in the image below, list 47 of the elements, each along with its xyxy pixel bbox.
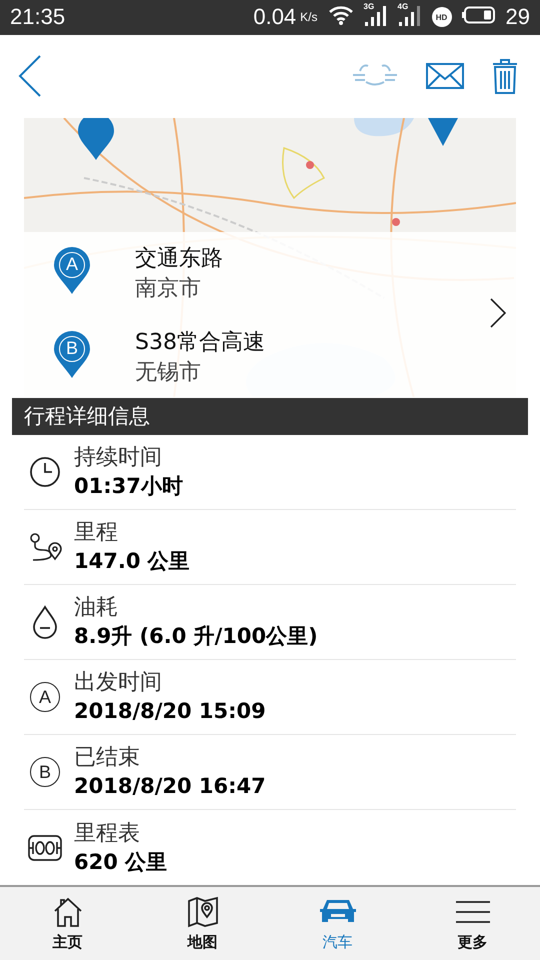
home-icon [52, 896, 84, 928]
location-pin: A [52, 246, 92, 296]
signal-icon [398, 4, 422, 26]
network-speed: 0.04 [253, 4, 296, 30]
section-header: 行程详细信息 [12, 398, 528, 436]
location-pin: B [52, 330, 92, 380]
chevron-right-icon[interactable] [490, 298, 506, 328]
map-icon [186, 896, 218, 928]
delete-icon[interactable] [492, 58, 518, 94]
location-city: 无锡市 [135, 358, 202, 387]
drop-icon [32, 605, 58, 640]
mail-icon[interactable] [426, 63, 464, 90]
marker-letter-icon: B [30, 757, 60, 788]
clock-icon [29, 456, 61, 488]
location-name: 交通东路 [135, 244, 223, 273]
battery-icon [462, 6, 496, 24]
detail-label: 已结束 [74, 744, 141, 772]
signal-icon [364, 4, 388, 26]
detail-value: 620 公里 [74, 848, 168, 876]
hd-badge: HD [432, 7, 452, 28]
location-city: 南京市 [135, 274, 202, 303]
location-name: S38常合高速 [135, 328, 265, 357]
detail-value: 01:37小时 [74, 473, 183, 500]
detail-value: 2018/8/20 16:47 [74, 773, 266, 800]
detail-value: 8.9升 (6.0 升/100公里) [74, 623, 318, 650]
nav-tab[interactable]: 主页 [0, 887, 135, 960]
detail-value: 2018/8/20 15:09 [74, 698, 266, 726]
detail-label: 油耗 [74, 594, 119, 622]
menu-icon [456, 900, 490, 924]
nav-tab[interactable]: 汽车 [270, 887, 405, 960]
odometer-icon [27, 834, 63, 862]
network-type: 4G [398, 2, 408, 11]
wifi-icon [328, 4, 354, 25]
route-icon [28, 531, 62, 564]
clock-time: 21:35 [10, 4, 66, 30]
battery-level: 29 [506, 4, 530, 30]
detail-label: 持续时间 [74, 444, 163, 472]
detail-value: 147.0 公里 [74, 548, 190, 576]
speed-unit: K/s [300, 10, 318, 24]
network-type: 3G [364, 2, 374, 11]
detail-label: 里程表 [74, 820, 141, 848]
back-button[interactable] [18, 55, 42, 98]
marker-letter-icon: A [30, 682, 60, 712]
nav-tab[interactable]: 更多 [405, 887, 540, 960]
detail-label: 出发时间 [74, 669, 163, 698]
detail-label: 里程 [74, 519, 119, 548]
nav-tab[interactable]: 地图 [135, 887, 270, 960]
